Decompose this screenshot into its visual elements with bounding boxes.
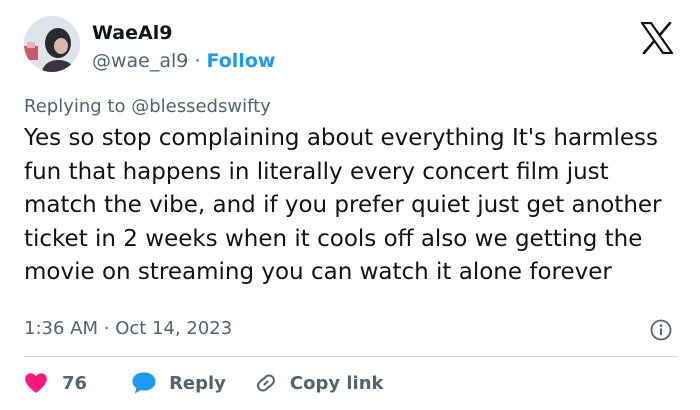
- tweet-date: Oct 14, 2023: [115, 318, 233, 339]
- tweet-card: WaeAl9 @wae_al9 · Follow Replying to @bl…: [0, 0, 700, 410]
- separator-dot: ·: [194, 50, 201, 72]
- speech-bubble-icon: [132, 372, 156, 394]
- timestamp-separator: ·: [103, 318, 110, 339]
- copy-link-button[interactable]: Copy link: [254, 371, 384, 395]
- reply-context: Replying to @blessedswifty: [24, 96, 271, 117]
- author-handle[interactable]: @wae_al9: [92, 50, 188, 72]
- author-handle-row: @wae_al9 · Follow: [92, 50, 275, 72]
- avatar-photo-icon: [24, 16, 80, 72]
- tweet-timestamp[interactable]: 1:36 AM · Oct 14, 2023: [24, 318, 232, 339]
- tweet-text: Yes so stop complaining about everything…: [24, 125, 662, 285]
- avatar[interactable]: [24, 16, 80, 72]
- divider: [24, 356, 678, 357]
- like-button[interactable]: 76: [24, 372, 87, 394]
- tweet-time: 1:36 AM: [24, 318, 98, 339]
- like-count: 76: [62, 372, 88, 394]
- reply-button[interactable]: Reply: [131, 371, 226, 395]
- x-logo-icon[interactable]: [640, 21, 674, 55]
- author-name[interactable]: WaeAl9: [92, 22, 172, 44]
- follow-button[interactable]: Follow: [207, 50, 276, 72]
- copy-link-label: Copy link: [289, 372, 384, 394]
- reply-label: Reply: [169, 372, 226, 394]
- info-icon[interactable]: [650, 319, 672, 341]
- reply-to-user[interactable]: @blessedswifty: [131, 96, 271, 117]
- action-bar: 76 Reply Copy link: [24, 370, 384, 396]
- reply-prefix: Replying to: [24, 96, 126, 117]
- link-icon: [257, 374, 275, 392]
- heart-icon: [25, 373, 47, 393]
